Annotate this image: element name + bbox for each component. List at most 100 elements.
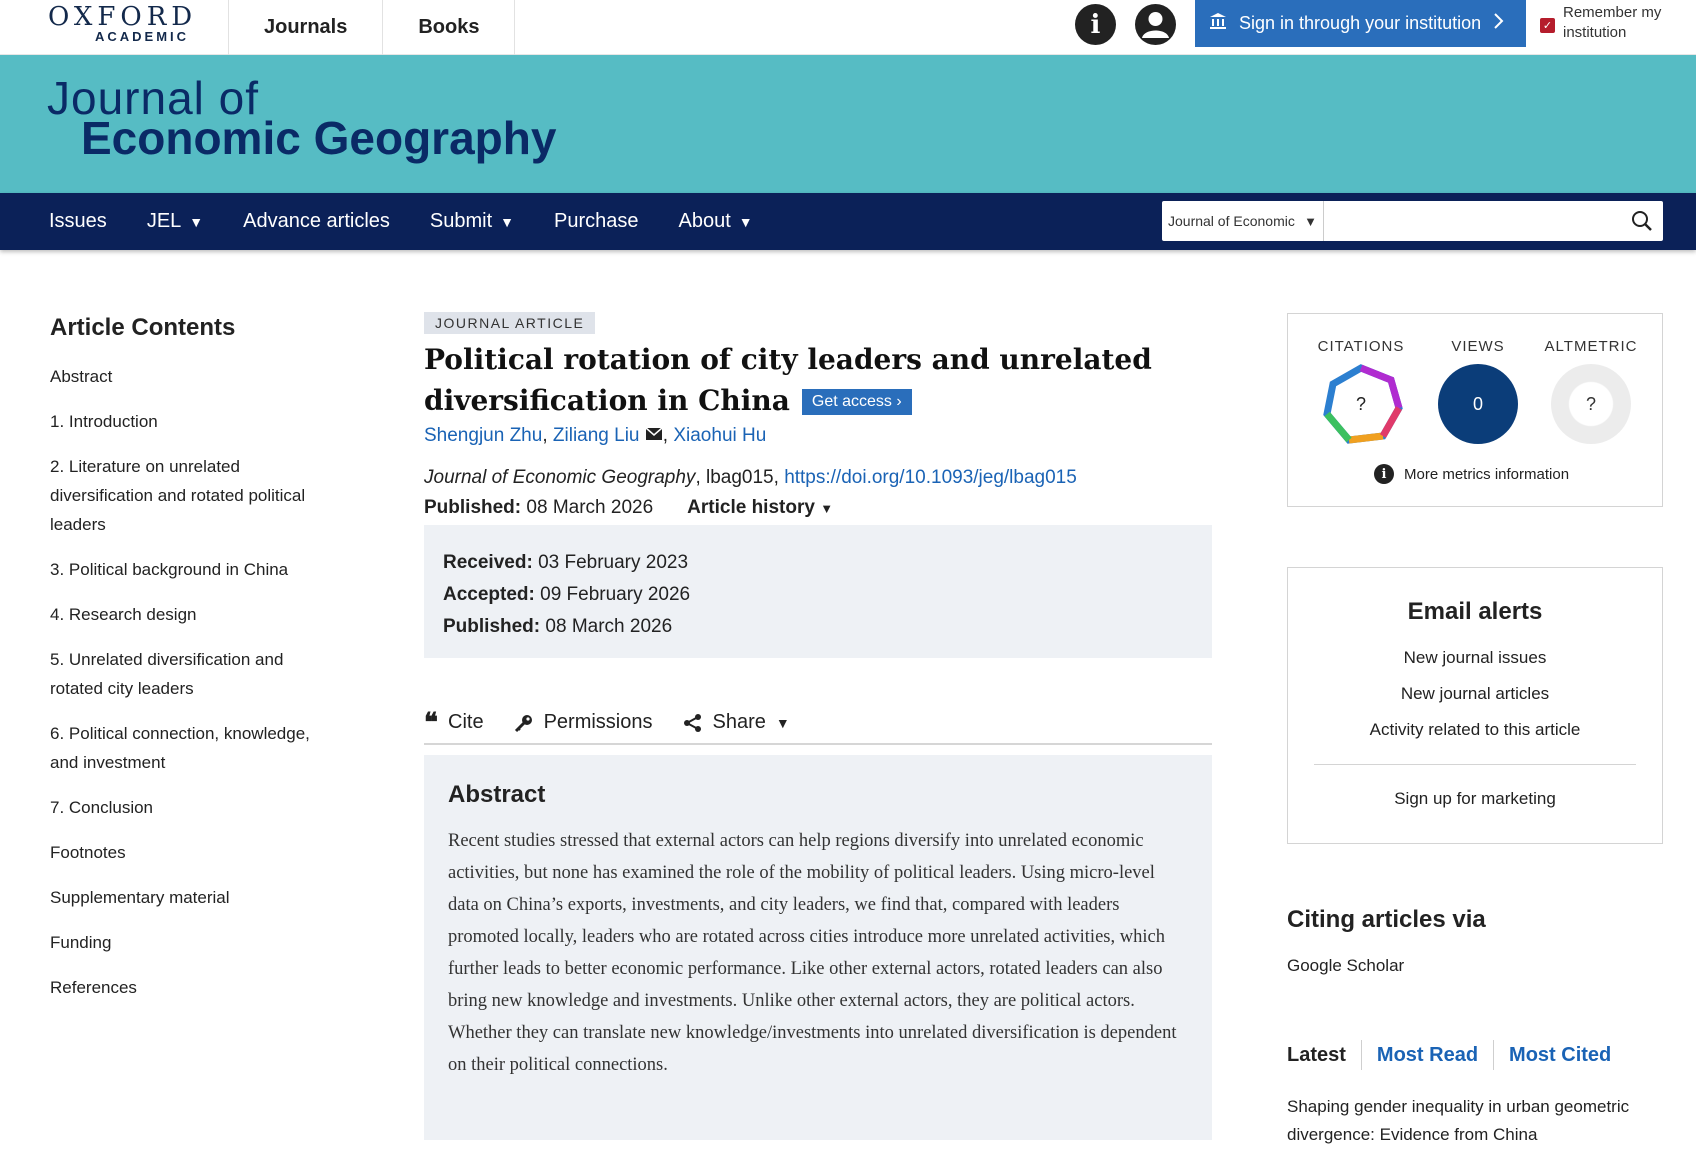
published-label: Published: <box>424 497 522 518</box>
published-date: 08 March 2026 <box>545 616 673 637</box>
email-alerts-title: Email alerts <box>1407 598 1543 625</box>
info-icon[interactable]: i <box>1075 4 1116 45</box>
caret-down-icon: ▼ <box>189 213 204 230</box>
permissions-button[interactable]: Permissions <box>514 711 653 734</box>
author-link[interactable]: Shengjun Zhu <box>424 425 542 446</box>
get-access-label: Get access <box>811 393 892 410</box>
toc-item[interactable]: Footnotes <box>50 838 340 867</box>
received-date: 03 February 2023 <box>538 552 689 573</box>
tab-latest[interactable]: Latest <box>1287 1040 1362 1070</box>
nav-submit[interactable]: Submit ▼ <box>430 210 514 233</box>
nav-about[interactable]: About ▼ <box>679 210 753 233</box>
user-account-icon[interactable] <box>1135 4 1176 45</box>
nav-advance-articles[interactable]: Advance articles <box>243 210 390 233</box>
views-value: 0 <box>1472 393 1483 414</box>
article-main: JOURNAL ARTICLE Political rotation of ci… <box>424 312 1212 1140</box>
author-link[interactable]: Ziliang Liu <box>553 425 640 446</box>
latest-article-link[interactable]: Shaping gender inequality in urban geome… <box>1287 1093 1667 1149</box>
envelope-icon[interactable] <box>645 425 663 446</box>
alert-link[interactable]: New journal issues <box>1288 648 1662 668</box>
search-scope-label: Journal of Economic <box>1168 213 1295 229</box>
altmetric-badge[interactable]: ? <box>1551 364 1631 444</box>
toc-item[interactable]: Funding <box>50 928 340 957</box>
citing-articles-title: Citing articles via <box>1287 906 1486 933</box>
article-history-toggle[interactable]: Article history ▼ <box>687 497 833 519</box>
metrics-panel: CITATIONS VIEWS ALTMETRIC ? 0 ? i More m… <box>1287 313 1663 507</box>
toc-item[interactable]: 2. Literature on unrelated diversificati… <box>50 452 340 539</box>
sign-in-institution-button[interactable]: Sign in through your institution <box>1195 0 1526 47</box>
article-type-badge: JOURNAL ARTICLE <box>424 312 596 334</box>
article-contents-title: Article Contents <box>50 314 236 341</box>
alert-link[interactable]: New journal articles <box>1288 684 1662 704</box>
views-label: VIEWS <box>1451 338 1505 355</box>
caret-down-icon: ▼ <box>500 213 514 230</box>
received-label: Received: <box>443 552 533 573</box>
article-title-text: Political rotation of city leaders and u… <box>424 343 1152 417</box>
published-date: 08 March 2026 <box>526 497 654 518</box>
article-history-panel: Received: 03 February 2023 Accepted: 09 … <box>424 525 1212 658</box>
article-title: Political rotation of city leaders and u… <box>424 339 1212 421</box>
doi-link[interactable]: https://doi.org/10.1093/jeg/lbag015 <box>784 467 1077 488</box>
nav-submit-label: Submit <box>429 210 493 232</box>
share-button[interactable]: Share ▼ <box>683 711 790 734</box>
more-metrics-link[interactable]: i More metrics information <box>1374 464 1569 484</box>
toc-item[interactable]: 3. Political background in China <box>50 555 340 584</box>
altmetric-value: ? <box>1585 393 1596 414</box>
published-label: Published: <box>443 616 541 637</box>
journal-name[interactable]: Journal of Economic Geography <box>424 467 695 488</box>
caret-down-icon: ▼ <box>820 501 834 516</box>
key-icon <box>514 714 532 732</box>
author-link[interactable]: Xiaohui Hu <box>673 425 766 446</box>
logo-academic-text: ACADEMIC <box>94 29 190 44</box>
get-access-button[interactable]: Get access › <box>801 389 912 415</box>
views-badge[interactable]: 0 <box>1438 364 1518 444</box>
top-bar: OXFORD ACADEMIC Journals Books i Sign in… <box>0 0 1696 55</box>
accepted-label: Accepted: <box>443 584 535 605</box>
email-alerts-panel: Email alerts New journal issues New jour… <box>1287 567 1663 844</box>
toc-item[interactable]: References <box>50 973 340 1002</box>
remember-label: Remember my institution <box>1563 4 1662 41</box>
altmetric-label: ALTMETRIC <box>1544 338 1638 355</box>
toc-item[interactable]: Abstract <box>50 362 340 391</box>
info-icon: i <box>1374 464 1394 484</box>
top-nav-books[interactable]: Books <box>382 0 516 55</box>
sign-in-label: Sign in through your institution <box>1239 13 1482 33</box>
logo-oxford-text: OXFORD <box>48 2 198 32</box>
article-id: , lbag015, <box>695 467 785 488</box>
journal-title-line2[interactable]: Economic Geography <box>81 115 556 161</box>
toc-item[interactable]: 6. Political connection, knowledge, and … <box>50 719 340 777</box>
search-input[interactable] <box>1324 201 1621 241</box>
nav-purchase-label: Purchase <box>554 210 639 232</box>
toc-item[interactable]: 1. Introduction <box>50 407 340 436</box>
tab-most-cited[interactable]: Most Cited <box>1494 1040 1626 1070</box>
alert-link[interactable]: Activity related to this article <box>1288 720 1662 740</box>
remember-institution[interactable]: ✓ Remember my institution <box>1540 3 1696 43</box>
abstract-section: Abstract Recent studies stressed that ex… <box>424 755 1212 1140</box>
journal-nav: Issues JEL ▼ Advance articles Submit ▼ Pur… <box>0 193 1696 250</box>
cite-label: Cite <box>448 711 484 733</box>
oxford-academic-logo[interactable]: OXFORD ACADEMIC <box>48 4 196 44</box>
caret-down-icon: ▼ <box>738 213 753 230</box>
search-button[interactable] <box>1621 201 1663 241</box>
toc-item[interactable]: 5. Unrelated diversification and rotated… <box>50 645 340 703</box>
toc-item[interactable]: Supplementary material <box>50 883 340 912</box>
permissions-label: Permissions <box>543 711 653 733</box>
top-nav-journals[interactable]: Journals <box>228 0 382 55</box>
citation-line: Journal of Economic Geography, lbag015, … <box>424 467 1212 489</box>
remember-checkbox[interactable]: ✓ <box>1540 18 1555 33</box>
nav-jel[interactable]: JEL ▼ <box>147 210 203 233</box>
tab-most-read[interactable]: Most Read <box>1362 1040 1495 1070</box>
nav-issues[interactable]: Issues <box>49 210 107 233</box>
institution-icon <box>1209 12 1227 35</box>
toc-item[interactable]: 7. Conclusion <box>50 793 340 822</box>
dimensions-badge[interactable]: ? <box>1319 362 1403 446</box>
share-icon <box>683 713 701 732</box>
toc-item[interactable]: 4. Research design <box>50 600 340 629</box>
abstract-text: Recent studies stressed that external ac… <box>448 831 1177 1075</box>
nav-purchase[interactable]: Purchase <box>554 210 639 233</box>
top-nav: Journals Books <box>228 0 516 55</box>
cite-button[interactable]: ❝ Cite <box>424 710 484 736</box>
search-scope-select[interactable]: Journal of Economic ▼ <box>1162 201 1324 241</box>
marketing-signup-link[interactable]: Sign up for marketing <box>1288 789 1662 809</box>
google-scholar-link[interactable]: Google Scholar <box>1287 956 1404 976</box>
